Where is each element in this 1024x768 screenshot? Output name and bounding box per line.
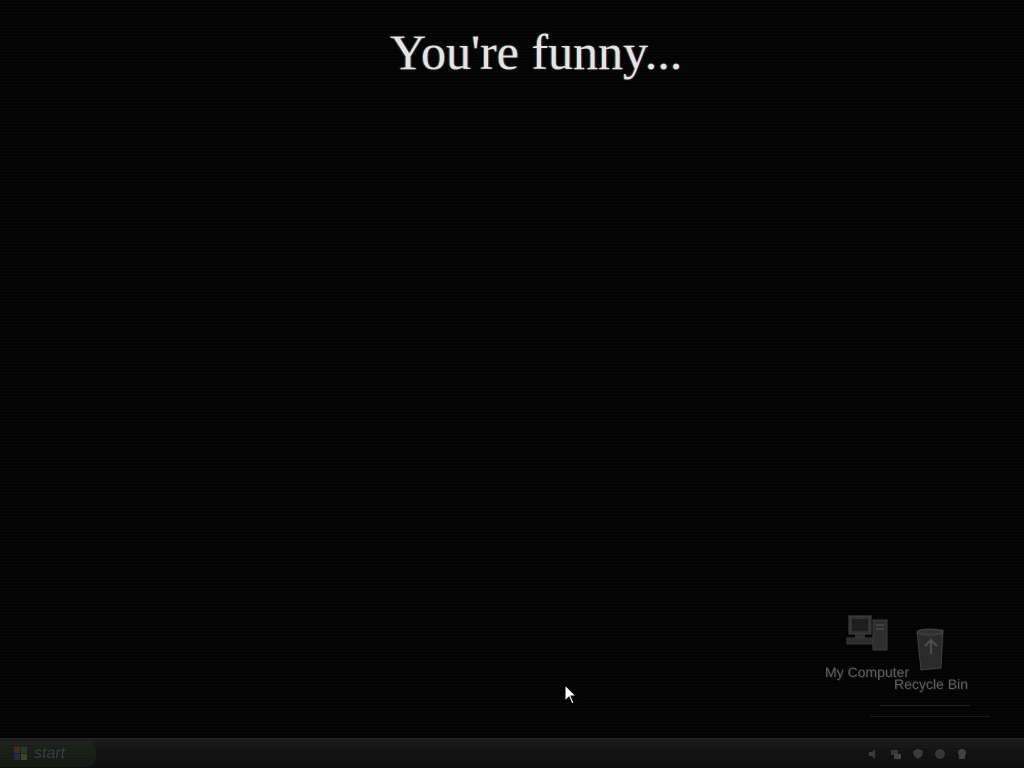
system-tray — [684, 741, 1024, 767]
update-icon[interactable] — [934, 748, 946, 760]
security-icon[interactable] — [912, 748, 924, 760]
headline-text: You're funny... — [390, 24, 683, 80]
taskbar: start — [0, 738, 1024, 768]
chat-icon[interactable] — [956, 748, 968, 760]
desktop-icon-recycle-bin[interactable]: Recycle Bin — [876, 624, 986, 692]
network-icon[interactable] — [890, 748, 902, 760]
windows-flag-icon — [14, 747, 27, 760]
volume-icon[interactable] — [868, 748, 880, 760]
desktop-screen: You're funny... My Computer Recycle Bin — [0, 0, 1024, 768]
glitch-line — [880, 705, 970, 706]
start-button[interactable]: start — [0, 741, 96, 767]
recycle-bin-icon — [916, 628, 944, 671]
glitch-line — [870, 716, 990, 717]
start-label: start — [34, 745, 66, 762]
desktop-icon-label: Recycle Bin — [894, 676, 968, 692]
mouse-pointer-icon — [564, 684, 578, 705]
